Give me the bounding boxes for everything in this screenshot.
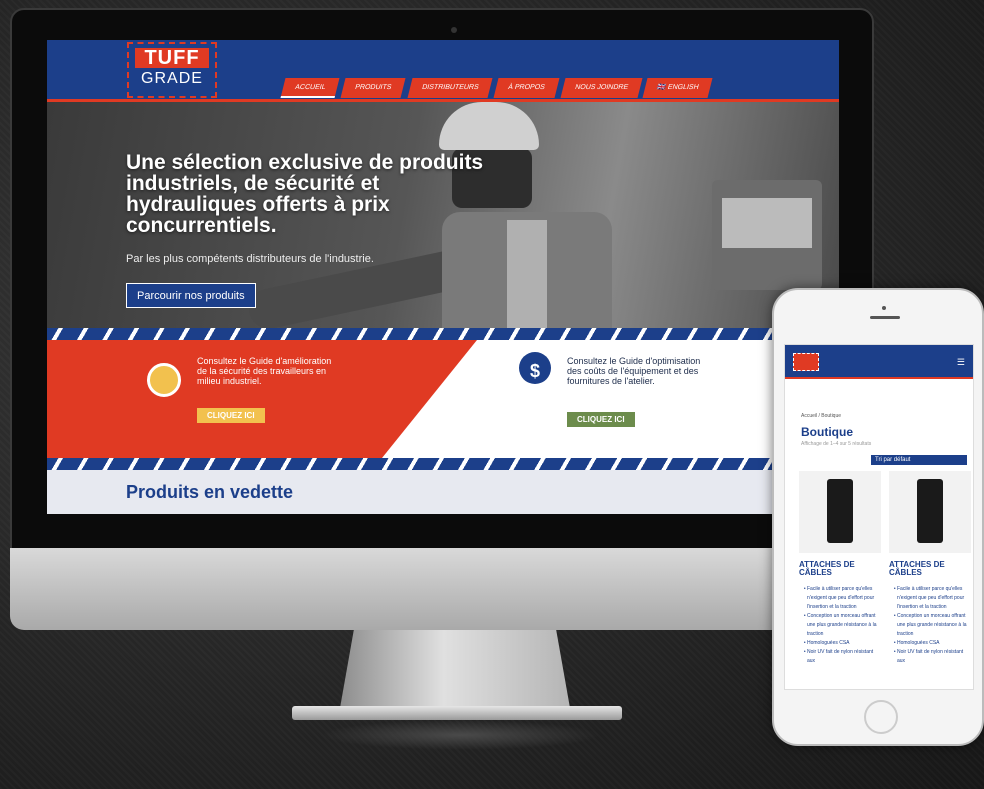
logo-tuff: TUFF (135, 48, 209, 68)
desktop-screen: TUFF GRADE ACCUEIL PRODUITS DISTRIBUTEUR… (47, 40, 839, 514)
hero-worker-vest-strap (507, 220, 547, 328)
logo-grade: GRADE (141, 70, 203, 87)
safety-guide-button[interactable]: CLIQUEZ ICI (197, 408, 265, 423)
product-name[interactable]: ATTACHES DE CÂBLES (889, 561, 971, 577)
feature-item: Conception un morceau offrant une plus g… (807, 612, 881, 639)
site-header: TUFF GRADE ACCUEIL PRODUITS DISTRIBUTEUR… (47, 40, 839, 102)
hero-machine-image (712, 180, 822, 290)
breadcrumb[interactable]: Accueil / Boutique (801, 413, 841, 419)
hamburger-menu-icon[interactable]: ☰ (957, 357, 965, 368)
nav-english[interactable]: 🇬🇧 ENGLISH (642, 78, 714, 98)
safety-guide-text: Consultez le Guide d'amélioration de la … (197, 356, 332, 386)
mobile-phone: ☰ Accueil / Boutique Boutique Affichage … (772, 288, 984, 746)
phone-camera-icon (882, 306, 886, 310)
camera-icon (451, 27, 457, 33)
nav-produits[interactable]: PRODUITS (340, 78, 407, 98)
stripe-bottom (47, 458, 839, 470)
feature-item: Facile à utiliser parce qu'elles n'exige… (807, 585, 881, 612)
monitor-chin (10, 548, 874, 630)
results-count: Affichage de 1–4 sur 5 résultats (801, 441, 872, 447)
product-card[interactable]: ATTACHES DE CÂBLES Facile à utiliser par… (889, 471, 971, 666)
mobile-screen: ☰ Accueil / Boutique Boutique Affichage … (784, 344, 974, 690)
monitor-base (292, 706, 622, 720)
nav-a-propos[interactable]: À PROPOS (493, 78, 559, 98)
cost-guide-text: Consultez le Guide d'optimisation des co… (567, 356, 701, 386)
page-title: Boutique (801, 425, 853, 439)
mobile-logo[interactable] (793, 353, 819, 371)
stripe-top (47, 328, 839, 340)
product-image[interactable] (799, 471, 881, 553)
guides-band: Consultez le Guide d'amélioration de la … (47, 328, 839, 470)
feature-item: Homologuées CSA (897, 639, 971, 648)
hero-subline: Par les plus compétents distributeurs de… (126, 253, 374, 265)
product-features: Facile à utiliser parce qu'elles n'exige… (889, 585, 971, 666)
product-card[interactable]: ATTACHES DE CÂBLES Facile à utiliser par… (799, 471, 881, 666)
feature-item: Noir UV fait de nylon résistant aux (897, 648, 971, 666)
nav-accueil[interactable]: ACCUEIL (280, 78, 340, 98)
feature-item: Conception un morceau offrant une plus g… (897, 612, 971, 639)
phone-speaker (870, 316, 900, 319)
nav-nous-joindre[interactable]: NOUS JOINDRE (560, 78, 642, 98)
browse-products-button[interactable]: Parcourir nos produits (126, 283, 256, 308)
monitor-stand (340, 630, 570, 708)
site-logo[interactable]: TUFF GRADE (127, 42, 217, 98)
feature-item: Noir UV fait de nylon résistant aux (807, 648, 881, 666)
guide-red-panel (47, 340, 477, 458)
main-nav: ACCUEIL PRODUITS DISTRIBUTEURS À PROPOS … (280, 78, 714, 98)
dollar-gear-icon: $ (519, 352, 551, 384)
product-name[interactable]: ATTACHES DE CÂBLES (799, 561, 881, 577)
home-button[interactable] (864, 700, 898, 734)
sort-select[interactable]: Tri par défaut (871, 455, 967, 465)
featured-title: Produits en vedette (126, 482, 294, 502)
featured-section: Produits en vedette (47, 470, 839, 514)
hero-headline: Une sélection exclusive de produits indu… (126, 151, 484, 237)
feature-item: Facile à utiliser parce qu'elles n'exige… (897, 585, 971, 612)
mobile-header: ☰ (785, 345, 973, 379)
product-features: Facile à utiliser parce qu'elles n'exige… (799, 585, 881, 666)
nav-distributeurs[interactable]: DISTRIBUTEURS (407, 78, 493, 98)
safety-guide-icon (147, 363, 181, 397)
cost-guide-button[interactable]: CLIQUEZ ICI (567, 412, 635, 427)
product-image[interactable] (889, 471, 971, 553)
stand-shadow (320, 720, 600, 750)
feature-item: Homologuées CSA (807, 639, 881, 648)
